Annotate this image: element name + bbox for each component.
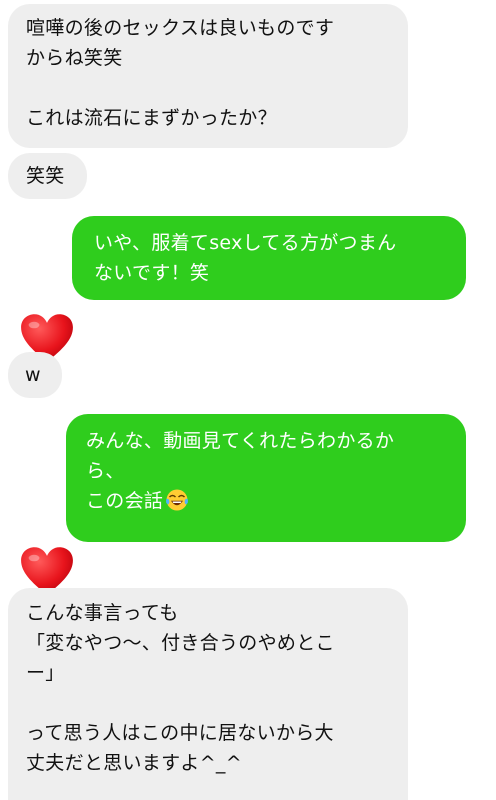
message-text: いや、服着てsexしてる方がつまん: [94, 232, 397, 254]
message-text: w: [25, 364, 41, 386]
message-text: ないです！笑: [94, 262, 210, 284]
message-bubble-incoming[interactable]: 喧嘩の後のセックスは良いものです からね笑笑 これは流石にまずかったか？: [8, 4, 408, 148]
message-text: ー」: [26, 662, 65, 684]
message-text: みんな、動画見てくれたらわかるか: [86, 430, 395, 452]
message-bubble-incoming[interactable]: w: [8, 352, 62, 398]
tears-of-joy-emoji-icon: [166, 489, 189, 511]
message-text: ら、: [86, 460, 125, 482]
message-text: こんな事言っても: [26, 602, 179, 624]
message-text-segment: この会話: [86, 490, 164, 512]
message-bubble-outgoing[interactable]: いや、服着てsexしてる方がつまん ないです！笑: [72, 216, 466, 300]
message-text: これは流石にまずかったか？: [26, 107, 277, 129]
message-text: からね笑笑: [26, 47, 123, 69]
message-text: 笑笑: [26, 165, 65, 187]
message-bubble-incoming[interactable]: こんな事言っても 「変なやつ〜、付き合うのやめとこ ー」 って思う人はこの中に居…: [8, 588, 408, 800]
message-text: この会話: [86, 486, 458, 516]
message-bubble-incoming[interactable]: 笑笑: [8, 153, 87, 199]
message-text: 「変なやつ〜、付き合うのやめとこ: [26, 632, 335, 654]
message-text: 喧嘩の後のセックスは良いものです: [26, 17, 335, 39]
message-text: 丈夫だと思いますよ^_^: [26, 752, 242, 774]
message-text: って思う人はこの中に居ないから大: [26, 722, 334, 744]
message-bubble-outgoing[interactable]: みんな、動画見てくれたらわかるか ら、 この会話: [66, 414, 466, 542]
